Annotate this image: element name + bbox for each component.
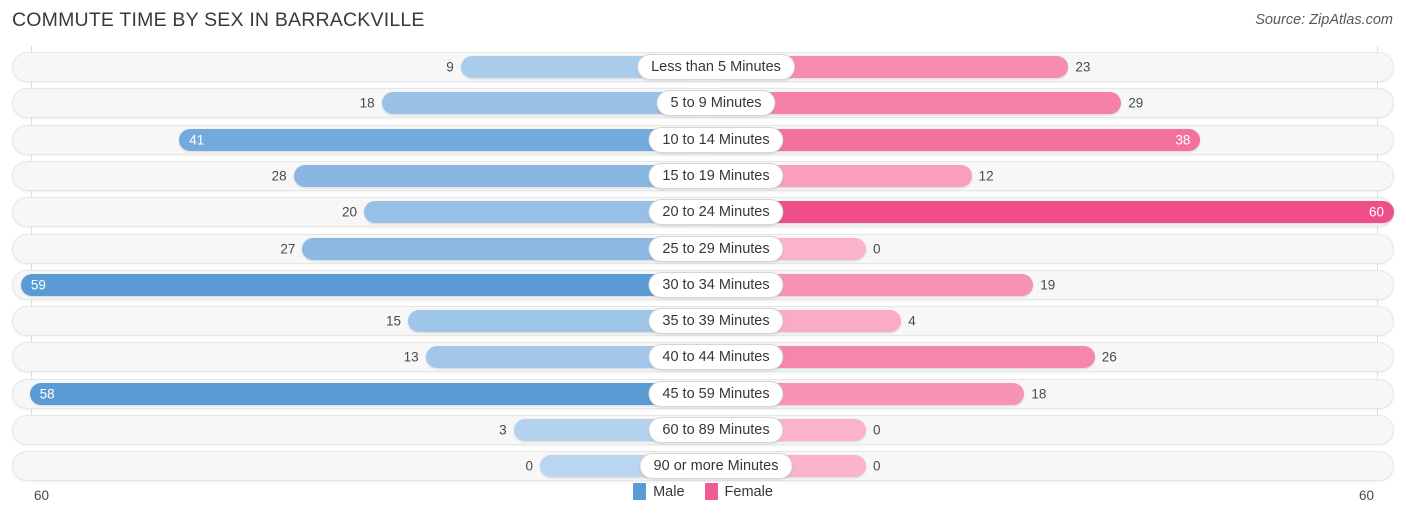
bar-value-female: 0: [873, 240, 881, 256]
chart-row: 58 18 45 to 59 Minutes: [12, 378, 1394, 409]
chart-row: 9 23 Less than 5 Minutes: [12, 52, 1394, 82]
legend-swatch-male-icon: [633, 483, 647, 500]
category-label: 10 to 14 Minutes: [648, 126, 784, 153]
bar-value-male: 58: [39, 385, 55, 401]
bar-value-male: 59: [30, 277, 46, 293]
chart-row: 59 19 30 to 34 Minutes: [12, 269, 1394, 300]
category-label: 20 to 24 Minutes: [648, 199, 784, 226]
bar-female: 38: [716, 128, 1201, 151]
bar-value-female: 19: [1040, 277, 1056, 293]
category-label: 90 or more Minutes: [639, 453, 793, 480]
bar-value-male: 9: [446, 59, 454, 75]
chart-row: 41 38 10 to 14 Minutes: [12, 124, 1394, 155]
bar-value-male: 20: [341, 204, 357, 220]
chart-row: 15 4 35 to 39 Minutes: [12, 306, 1394, 337]
chart-plot-area: 9 23 Less than 5 Minutes 18 29 5 to 9 Minutes…: [0, 46, 1406, 503]
chart-row: 0 0 90 or more Minutes: [12, 451, 1394, 482]
category-label: 15 to 19 Minutes: [648, 162, 784, 189]
bar-value-male: 18: [359, 95, 375, 111]
category-label: Less than 5 Minutes: [637, 54, 795, 80]
bar-female: 60: [716, 201, 1394, 224]
source-attribution: Source: ZipAtlas.com: [1255, 12, 1393, 28]
bar-value-male: 41: [189, 131, 205, 147]
bar-female: 29: [716, 92, 1143, 115]
bar-value-female: 12: [978, 168, 994, 184]
bar-value-male: 3: [499, 422, 507, 438]
bar-male: 59: [20, 273, 690, 296]
bar-male: 27: [280, 237, 690, 260]
chart-row: 18 29 5 to 9 Minutes: [12, 88, 1394, 119]
page-title: COMMUTE TIME BY SEX IN BARRACKVILLE: [12, 9, 425, 31]
bar-value-female: 0: [873, 458, 881, 474]
bar-value-female: 18: [1031, 385, 1047, 401]
bar-male: 58: [29, 382, 690, 405]
bar-value-male: 28: [271, 168, 287, 184]
legend-label-male: Male: [653, 483, 685, 500]
category-label: 25 to 29 Minutes: [648, 235, 784, 262]
bar-male: 18: [360, 92, 690, 115]
legend-item-male[interactable]: Male: [633, 483, 685, 500]
category-label: 60 to 89 Minutes: [648, 417, 784, 443]
chart-row: 3 0 60 to 89 Minutes: [12, 415, 1394, 445]
bar-male: 41: [179, 128, 690, 151]
bar-male: 28: [272, 164, 690, 187]
category-label: 5 to 9 Minutes: [656, 90, 776, 117]
bar-value-female: 38: [1175, 131, 1191, 147]
category-label: 45 to 59 Minutes: [648, 380, 784, 407]
bar-value-male: 15: [385, 313, 401, 329]
legend-label-female: Female: [724, 483, 773, 500]
legend-item-female[interactable]: Female: [704, 483, 773, 500]
bar-male: 20: [342, 201, 690, 224]
bar-value-female: 4: [908, 313, 916, 329]
category-label: 35 to 39 Minutes: [648, 308, 784, 335]
chart-row: 27 0 25 to 29 Minutes: [12, 233, 1394, 264]
category-label: 30 to 34 Minutes: [648, 271, 784, 298]
bar-value-female: 60: [1368, 204, 1384, 220]
bar-value-female: 23: [1075, 59, 1091, 75]
chart-row: 13 26 40 to 44 Minutes: [12, 342, 1394, 373]
category-label: 40 to 44 Minutes: [648, 344, 784, 371]
bar-value-female: 29: [1128, 95, 1144, 111]
bar-value-female: 26: [1101, 349, 1117, 365]
legend-swatch-female-icon: [704, 483, 718, 500]
bar-value-male: 0: [525, 458, 533, 474]
chart-row: 20 60 20 to 24 Minutes: [12, 197, 1394, 228]
bar-value-female: 0: [873, 422, 881, 438]
bar-value-male: 13: [403, 349, 419, 365]
bar-value-male: 27: [280, 240, 296, 256]
chart-row: 28 12 15 to 19 Minutes: [12, 160, 1394, 191]
chart-legend: Male Female: [0, 483, 1406, 500]
